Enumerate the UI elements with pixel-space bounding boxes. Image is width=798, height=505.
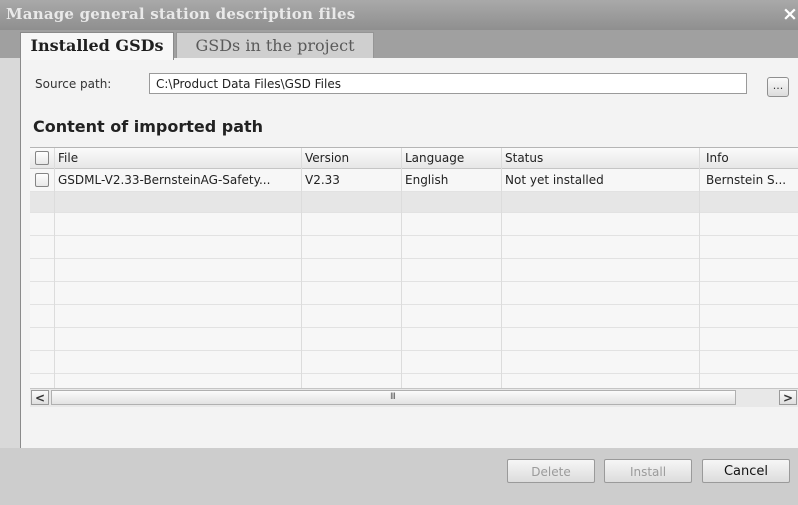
cancel-button[interactable]: Cancel: [702, 459, 790, 483]
close-icon[interactable]: ×: [782, 4, 798, 24]
header-language[interactable]: Language: [405, 151, 464, 165]
cell-language: English: [405, 173, 449, 187]
gsd-dialog: Manage general station description files…: [0, 0, 798, 505]
cell-info: Bernstein S...: [706, 173, 787, 187]
tab-panel: Source path: C:\Product Data Files\GSD F…: [20, 58, 798, 448]
browse-button[interactable]: ...: [767, 77, 789, 97]
empty-row: [30, 259, 798, 282]
select-all-checkbox[interactable]: [35, 151, 49, 165]
horizontal-scrollbar[interactable]: < III >: [30, 388, 798, 407]
cell-version: V2.33: [305, 173, 340, 187]
column-divider: [501, 148, 502, 388]
scroll-left-icon[interactable]: <: [31, 390, 49, 405]
tab-gsds-in-project[interactable]: GSDs in the project: [176, 32, 374, 59]
title-bar[interactable]: Manage general station description files…: [0, 0, 798, 30]
dialog-title: Manage general station description files: [6, 5, 356, 23]
source-path-input[interactable]: C:\Product Data Files\GSD Files: [149, 73, 747, 94]
source-path-label: Source path:: [35, 77, 112, 91]
column-divider: [401, 148, 402, 388]
column-divider: [699, 148, 700, 388]
header-info[interactable]: Info: [706, 151, 729, 165]
empty-row: [30, 192, 798, 213]
scroll-grip-icon: III: [390, 392, 396, 402]
row-checkbox[interactable]: [35, 173, 49, 187]
empty-row: [30, 213, 798, 236]
table-header: File Version Language Status Info: [30, 148, 798, 169]
install-button[interactable]: Install: [604, 459, 692, 483]
column-divider: [54, 148, 55, 388]
empty-row: [30, 236, 798, 259]
tab-installed-gsds[interactable]: Installed GSDs: [20, 32, 174, 60]
empty-row: [30, 305, 798, 328]
section-title: Content of imported path: [33, 117, 264, 136]
scroll-thumb[interactable]: III: [51, 390, 736, 405]
empty-row: [30, 351, 798, 374]
cell-file: GSDML-V2.33-BernsteinAG-Safety...: [58, 173, 271, 187]
empty-row: [30, 282, 798, 305]
table-row[interactable]: GSDML-V2.33-BernsteinAG-Safety... V2.33 …: [30, 169, 798, 192]
scroll-right-icon[interactable]: >: [779, 390, 797, 405]
header-file[interactable]: File: [58, 151, 78, 165]
cell-status: Not yet installed: [505, 173, 604, 187]
delete-button[interactable]: Delete: [507, 459, 595, 483]
empty-row: [30, 328, 798, 351]
header-version[interactable]: Version: [305, 151, 349, 165]
gsd-table: File Version Language Status Info GSDML-…: [30, 147, 798, 407]
header-status[interactable]: Status: [505, 151, 543, 165]
column-divider: [301, 148, 302, 388]
